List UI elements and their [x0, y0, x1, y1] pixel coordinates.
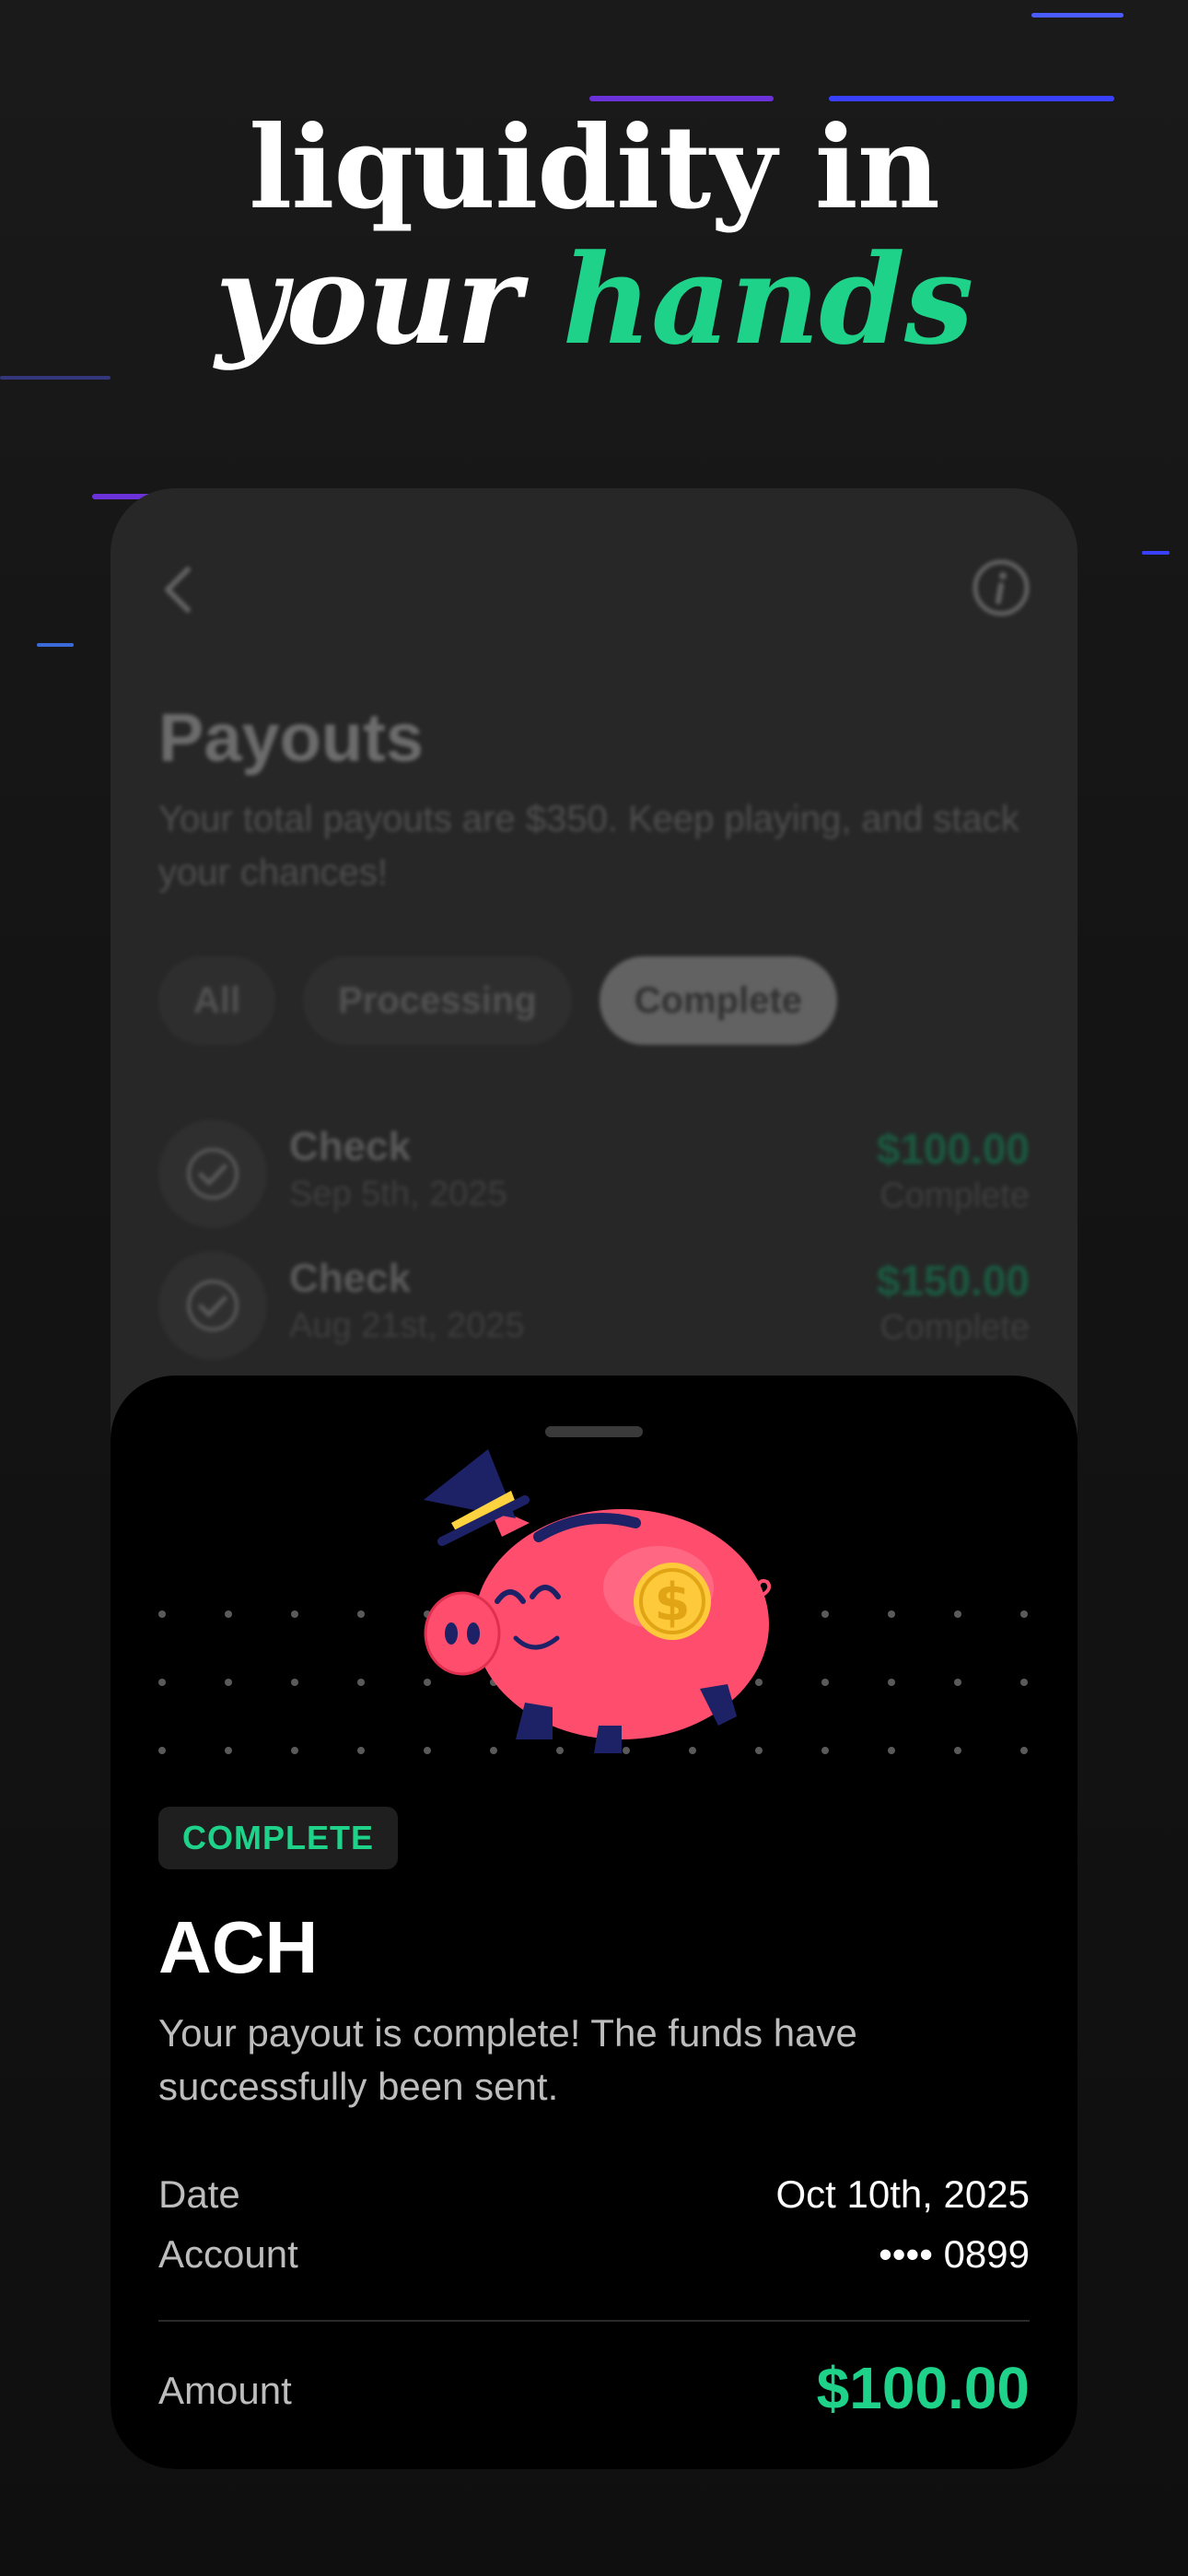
- grid-dot: [888, 1747, 895, 1754]
- headline-line-2: your hands: [0, 231, 1188, 368]
- piggy-bank-illustration: $: [424, 1449, 772, 1753]
- coin-dollar-sign: $: [655, 1573, 691, 1633]
- grid-dot: [1020, 1610, 1028, 1618]
- filter-chip-processing[interactable]: Processing: [303, 956, 572, 1045]
- headline-line-1: liquidity in: [249, 101, 940, 235]
- headline-accent: hands: [562, 227, 974, 372]
- grid-dot: [1020, 1747, 1028, 1754]
- grid-dot: [821, 1610, 829, 1618]
- decorative-glitch-line: [1142, 551, 1170, 555]
- grid-dot: [821, 1679, 829, 1686]
- check-circle-icon: [158, 1251, 267, 1360]
- grid-dot: [954, 1747, 961, 1754]
- detail-value: •••• 0899: [879, 2232, 1030, 2276]
- grid-dot: [954, 1679, 961, 1686]
- payout-detail-sheet: $ COMPLETE ACH Your payout is complete! …: [111, 1376, 1077, 2469]
- payout-name: Check: [289, 1124, 412, 1169]
- payout-date: Aug 21st, 2025: [289, 1306, 525, 1345]
- grid-dot: [158, 1747, 166, 1754]
- payout-amount: $150.00: [876, 1257, 1030, 1305]
- grid-dot: [888, 1679, 895, 1686]
- payout-amount: $100.00: [876, 1125, 1030, 1173]
- grid-dot: [225, 1610, 232, 1618]
- grid-dot: [357, 1679, 365, 1686]
- grid-dot: [357, 1747, 365, 1754]
- status-badge: COMPLETE: [158, 1807, 399, 1869]
- headline-plain: your: [215, 227, 563, 372]
- grid-dot: [158, 1610, 166, 1618]
- payout-message: Your payout is complete! The funds have …: [158, 2011, 857, 2108]
- amount-value: $100.00: [816, 2355, 1030, 2421]
- payout-name: Check: [289, 1256, 412, 1301]
- page-description: Your total payouts are $350. Keep playin…: [158, 799, 1019, 893]
- grid-dot: [225, 1679, 232, 1686]
- decorative-glitch-line: [0, 376, 111, 380]
- payout-status: Complete: [879, 1177, 1030, 1215]
- payout-status: Complete: [879, 1308, 1030, 1347]
- payout-date: Sep 5th, 2025: [289, 1175, 507, 1213]
- info-icon[interactable]: [971, 557, 1031, 618]
- filter-chips: All Processing Complete: [158, 956, 838, 1045]
- decorative-glitch-line: [37, 643, 74, 647]
- grid-dot: [1020, 1679, 1028, 1686]
- sheet-drag-handle[interactable]: [545, 1426, 643, 1437]
- grid-dot: [954, 1610, 961, 1618]
- filter-chip-complete[interactable]: Complete: [599, 956, 838, 1045]
- filter-chip-all[interactable]: All: [158, 956, 276, 1045]
- grid-dot: [821, 1747, 829, 1754]
- grid-dot: [291, 1610, 298, 1618]
- decorative-glitch-line: [1031, 13, 1124, 18]
- check-circle-icon: [158, 1119, 267, 1228]
- amount-label: Amount: [158, 2369, 292, 2412]
- detail-label: Date: [158, 2172, 240, 2216]
- divider: [158, 2320, 1030, 2322]
- headline: liquidity in your hands: [0, 101, 1188, 369]
- grid-dot: [888, 1610, 895, 1618]
- phone-mockup: Payouts Your total payouts are $350. Kee…: [111, 488, 1077, 2469]
- payout-method-title: ACH: [158, 1906, 319, 1988]
- grid-dot: [225, 1747, 232, 1754]
- payout-row[interactable]: Check Sep 5th, 2025 $100.00 Complete: [158, 1119, 1030, 1230]
- payout-row[interactable]: Check Aug 21st, 2025 $150.00 Complete: [158, 1251, 1030, 1362]
- detail-label: Account: [158, 2232, 298, 2276]
- grid-dot: [291, 1747, 298, 1754]
- back-chevron-icon[interactable]: [157, 562, 197, 617]
- grid-dot: [158, 1679, 166, 1686]
- detail-value: Oct 10th, 2025: [775, 2172, 1030, 2216]
- grid-dot: [291, 1679, 298, 1686]
- page-title: Payouts: [158, 699, 424, 776]
- grid-dot: [357, 1610, 365, 1618]
